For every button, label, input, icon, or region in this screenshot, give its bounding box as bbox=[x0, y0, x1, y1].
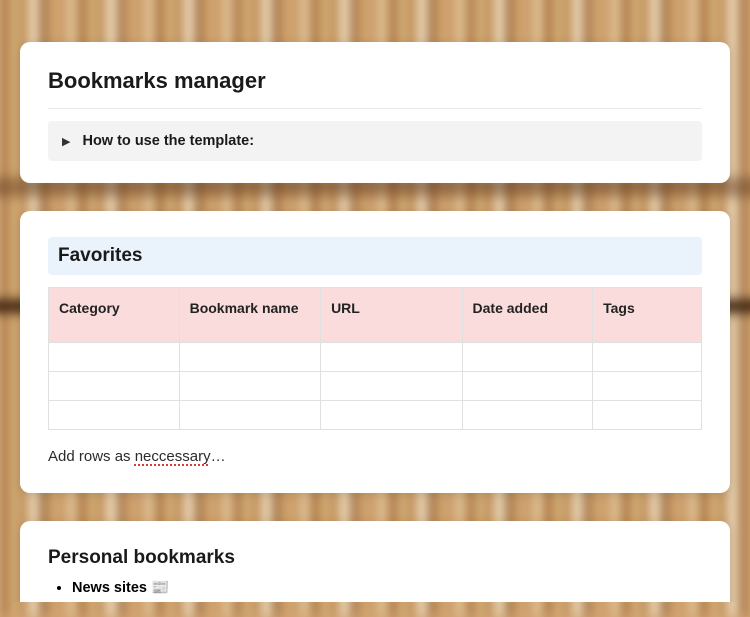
disclosure-triangle-icon: ▶ bbox=[62, 135, 70, 148]
favorites-table[interactable]: Category Bookmark name URL Date added Ta… bbox=[48, 287, 702, 430]
cell[interactable] bbox=[593, 343, 702, 372]
cell[interactable] bbox=[49, 401, 180, 430]
bullet-label: News sites bbox=[72, 580, 147, 596]
title-card: Bookmarks manager ▶ How to use the templ… bbox=[20, 42, 730, 183]
cell[interactable] bbox=[593, 372, 702, 401]
page-scroll: Bookmarks manager ▶ How to use the templ… bbox=[0, 0, 750, 602]
cell[interactable] bbox=[179, 343, 320, 372]
favorites-heading-band: Favorites bbox=[48, 237, 702, 275]
hint-suffix: … bbox=[211, 448, 226, 465]
col-bookmark-name[interactable]: Bookmark name bbox=[179, 288, 320, 343]
cell[interactable] bbox=[321, 343, 462, 372]
table-row[interactable] bbox=[49, 372, 702, 401]
col-date-added[interactable]: Date added bbox=[462, 288, 593, 343]
divider bbox=[48, 108, 702, 109]
personal-heading: Personal bookmarks bbox=[48, 547, 702, 569]
cell[interactable] bbox=[49, 372, 180, 401]
page-title: Bookmarks manager bbox=[48, 68, 702, 94]
col-tags[interactable]: Tags bbox=[593, 288, 702, 343]
list-item[interactable]: News sites 📰 bbox=[72, 579, 702, 596]
col-category[interactable]: Category bbox=[49, 288, 180, 343]
cell[interactable] bbox=[179, 372, 320, 401]
cell[interactable] bbox=[462, 343, 593, 372]
cell[interactable] bbox=[593, 401, 702, 430]
add-rows-hint[interactable]: Add rows as neccessary… bbox=[48, 448, 702, 465]
cell[interactable] bbox=[321, 401, 462, 430]
howto-toggle[interactable]: ▶ How to use the template: bbox=[48, 121, 702, 161]
favorites-card: Favorites Category Bookmark name URL Dat… bbox=[20, 211, 730, 493]
cell[interactable] bbox=[462, 401, 593, 430]
personal-bullets: News sites 📰 bbox=[48, 579, 702, 596]
cell[interactable] bbox=[462, 372, 593, 401]
cell[interactable] bbox=[49, 343, 180, 372]
favorites-heading: Favorites bbox=[58, 245, 692, 267]
hint-prefix: Add rows as bbox=[48, 448, 135, 465]
newspaper-icon: 📰 bbox=[151, 580, 169, 596]
personal-card: Personal bookmarks News sites 📰 Bookmark… bbox=[20, 521, 730, 602]
table-row[interactable] bbox=[49, 343, 702, 372]
howto-label: How to use the template: bbox=[82, 133, 254, 149]
hint-misspelled-word: neccessary bbox=[135, 448, 211, 465]
col-url[interactable]: URL bbox=[321, 288, 462, 343]
table-row[interactable] bbox=[49, 401, 702, 430]
cell[interactable] bbox=[321, 372, 462, 401]
cell[interactable] bbox=[179, 401, 320, 430]
table-header-row: Category Bookmark name URL Date added Ta… bbox=[49, 288, 702, 343]
